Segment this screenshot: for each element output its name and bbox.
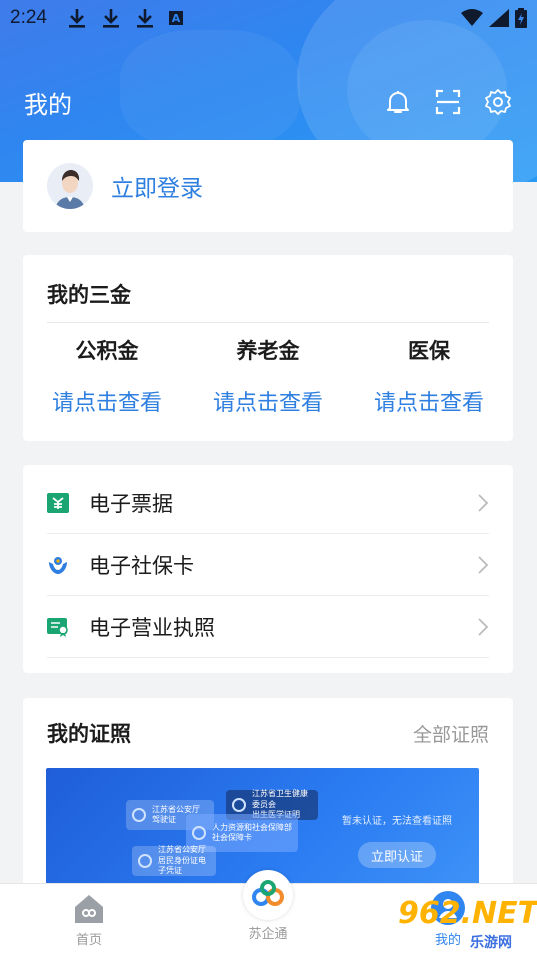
business-license-icon bbox=[47, 616, 69, 638]
sanjin-item-housing-fund: 公积金 请点击查看 bbox=[47, 335, 167, 417]
receipt-icon bbox=[47, 492, 69, 514]
header-bar: 我的 bbox=[0, 80, 537, 124]
sanjin-item-pension: 养老金 请点击查看 bbox=[208, 335, 328, 417]
download-icon bbox=[102, 9, 119, 28]
a-badge-icon: A bbox=[168, 11, 183, 25]
watermark-logo: 962.NET 乐游网 bbox=[398, 896, 537, 952]
bell-icon bbox=[387, 91, 409, 113]
status-time: 2:24 bbox=[10, 7, 47, 28]
download-icon bbox=[136, 9, 153, 28]
chevron-right-icon bbox=[478, 493, 489, 512]
scan-icon bbox=[435, 89, 461, 115]
sanjin-view-link[interactable]: 请点击查看 bbox=[213, 385, 323, 417]
wifi-icon bbox=[461, 9, 483, 26]
list-item-e-receipt[interactable]: 电子票据 bbox=[47, 472, 489, 534]
sanjin-item-medical-insurance: 医保 请点击查看 bbox=[369, 335, 489, 417]
sanjin-view-link[interactable]: 请点击查看 bbox=[52, 385, 162, 417]
chevron-right-icon bbox=[478, 555, 489, 574]
home-icon bbox=[75, 895, 103, 923]
nav-home[interactable]: 首页 bbox=[29, 884, 149, 956]
list-item-business-license[interactable]: 电子营业执照 bbox=[47, 596, 489, 658]
battery-icon bbox=[515, 8, 527, 28]
scan-button[interactable] bbox=[433, 87, 463, 117]
watermark-subtext: 乐游网 bbox=[470, 935, 512, 951]
settings-button[interactable] bbox=[483, 87, 513, 117]
settings-icon bbox=[485, 89, 511, 115]
nav-label: 首页 bbox=[75, 933, 102, 948]
banner-tip: 暂未认证，无法查看证照 bbox=[342, 816, 452, 827]
verify-now-button[interactable]: 立即认证 bbox=[358, 842, 436, 868]
signal-icon bbox=[489, 9, 509, 27]
chevron-right-icon bbox=[478, 617, 489, 636]
divider bbox=[47, 322, 489, 323]
nav-suqitong[interactable]: 苏企通 bbox=[208, 870, 328, 956]
notification-button[interactable] bbox=[383, 87, 413, 117]
page-title: 我的 bbox=[24, 90, 72, 119]
login-link[interactable]: 立即登录 bbox=[111, 169, 203, 203]
sanjin-card: 我的三金 公积金 请点击查看 养老金 请点击查看 医保 请点击查看 bbox=[23, 255, 513, 441]
sanjin-name: 养老金 bbox=[236, 339, 300, 363]
status-bar: 2:24 A bbox=[0, 0, 537, 36]
certificates-title: 我的证照 bbox=[47, 722, 131, 746]
list-item-social-security-card[interactable]: 电子社保卡 bbox=[47, 534, 489, 596]
sanjin-name: 公积金 bbox=[75, 339, 139, 363]
sanjin-name: 医保 bbox=[408, 339, 450, 363]
login-card[interactable]: 立即登录 bbox=[23, 140, 513, 232]
list-item-label: 电子票据 bbox=[89, 491, 173, 516]
all-certificates-link[interactable]: 全部证照 bbox=[413, 720, 489, 747]
sanjin-title: 我的三金 bbox=[47, 283, 131, 307]
avatar-icon bbox=[47, 163, 93, 209]
download-icon bbox=[68, 9, 85, 28]
avatar bbox=[47, 163, 93, 209]
suqitong-logo-icon bbox=[243, 870, 293, 920]
sanjin-view-link[interactable]: 请点击查看 bbox=[374, 385, 484, 417]
list-item-label: 电子营业执照 bbox=[89, 615, 215, 640]
list-item-label: 电子社保卡 bbox=[89, 553, 194, 578]
certificate-preview-card: 江苏省公安厅 居民身份证电子凭证 bbox=[132, 845, 216, 876]
nav-label: 苏企通 bbox=[248, 927, 288, 942]
watermark-text: 962.NET bbox=[398, 896, 537, 931]
social-security-icon bbox=[47, 554, 69, 576]
services-card: 电子票据 电子社保卡 电子营业执照 bbox=[23, 465, 513, 673]
certificates-card: 我的证照 全部证照 江苏省公安厅驾驶证 江苏省卫生健康委员会出生医学证明 人力资… bbox=[23, 698, 513, 888]
